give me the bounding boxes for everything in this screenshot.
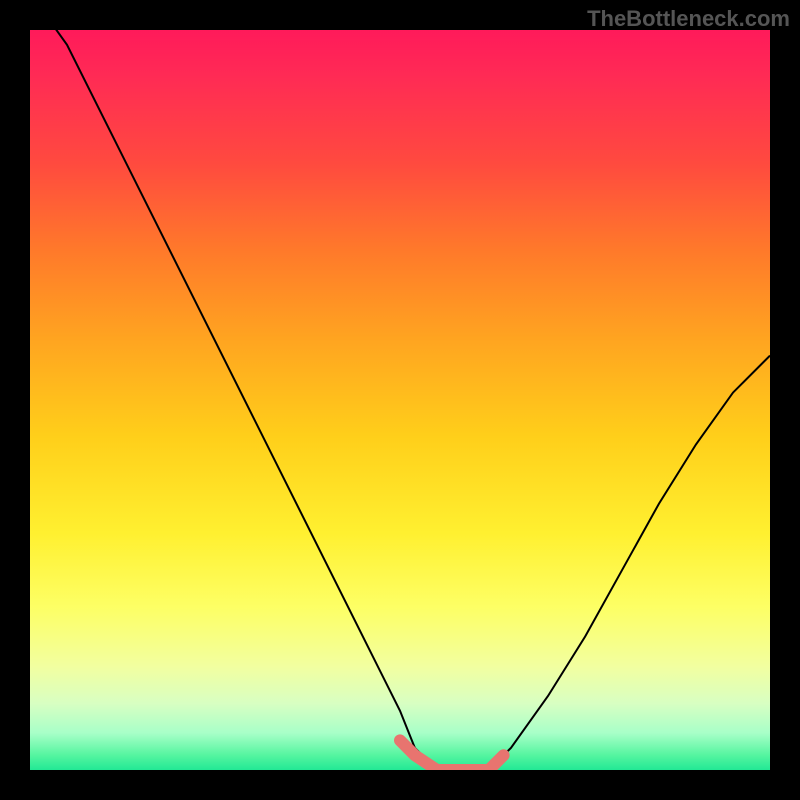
- bottleneck-curve: [30, 30, 770, 770]
- chart-svg: [30, 30, 770, 770]
- plot-area: [30, 30, 770, 770]
- attribution-text: TheBottleneck.com: [587, 6, 790, 32]
- valley-highlight: [400, 740, 504, 770]
